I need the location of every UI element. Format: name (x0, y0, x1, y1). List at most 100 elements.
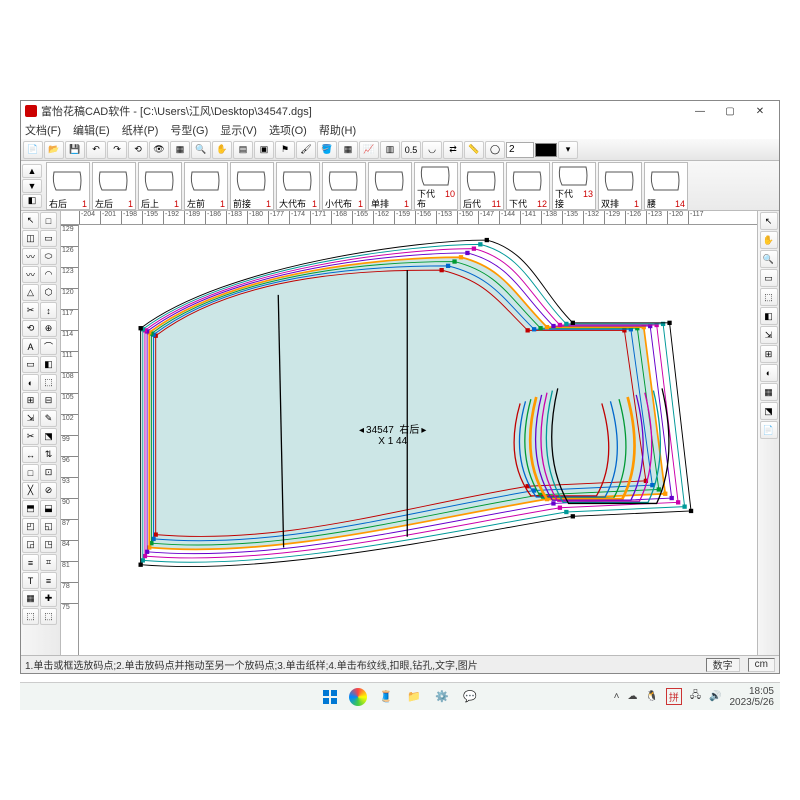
panel-toggle-icon[interactable]: ◧ (22, 194, 42, 208)
piece-thumbnail[interactable]: 后上1 (138, 162, 182, 210)
open-icon[interactable]: 📂 (44, 141, 64, 159)
tool-button[interactable]: ⌗ (40, 554, 57, 571)
tool-button[interactable]: ✎ (40, 410, 57, 427)
tray-input-icon[interactable]: 拼 (666, 688, 682, 705)
tool-button[interactable]: ≡ (22, 554, 39, 571)
tool-button[interactable]: ⇅ (40, 446, 57, 463)
stroke-width-spinner[interactable]: 2 (506, 142, 534, 158)
right-tool-i[interactable]: 📄 (760, 421, 778, 439)
color-picker[interactable] (535, 143, 557, 157)
piece-thumbnail[interactable]: 大代布1 (276, 162, 320, 210)
piece-thumbnail[interactable]: 下代布10 (414, 162, 458, 210)
tray-network-icon[interactable]: 🖧 (690, 688, 701, 705)
tool-button[interactable]: ⟲ (22, 320, 39, 337)
tool-button[interactable]: ↕ (40, 302, 57, 319)
tool-button[interactable]: ◲ (22, 536, 39, 553)
tool-button[interactable]: 〰 (22, 248, 39, 265)
tool-button[interactable]: ✚ (40, 590, 57, 607)
swatch-icon[interactable]: ▦ (338, 141, 358, 159)
tool-button[interactable]: ⊕ (40, 320, 57, 337)
tool-button[interactable]: □ (22, 464, 39, 481)
zoom-icon[interactable]: 🔍 (191, 141, 211, 159)
arrow-down-icon[interactable]: ▼ (22, 179, 42, 193)
tool-button[interactable]: ◰ (22, 518, 39, 535)
tray-chevron-icon[interactable]: ˄ (614, 691, 620, 702)
save-icon[interactable]: 💾 (65, 141, 85, 159)
panel-icon[interactable]: ▣ (254, 141, 274, 159)
tool-button[interactable]: ▭ (22, 356, 39, 373)
tool-button[interactable]: 〰 (22, 266, 39, 283)
flip-icon[interactable]: ⇄ (443, 141, 463, 159)
tool-button[interactable]: □ (40, 212, 57, 229)
menu-item[interactable]: 选项(O) (269, 122, 307, 138)
tool-button[interactable]: ⇲ (22, 410, 39, 427)
right-tool-ptr[interactable]: ↖ (760, 212, 778, 230)
tool-button[interactable]: ◫ (22, 230, 39, 247)
right-tool-hand[interactable]: ✋ (760, 231, 778, 249)
brush-icon[interactable]: 🖌 (296, 141, 316, 159)
right-tool-mag[interactable]: 🔍 (760, 250, 778, 268)
graph-icon[interactable]: 📈 (359, 141, 379, 159)
tool-button[interactable]: ◠ (40, 266, 57, 283)
tool-button[interactable]: ✂ (22, 428, 39, 445)
chat-icon[interactable]: 💬 (461, 688, 479, 706)
undo-icon[interactable]: ↶ (86, 141, 106, 159)
drawing-canvas[interactable]: 34547 右后 X 1 44 (79, 225, 757, 655)
tool-button[interactable]: A (22, 338, 39, 355)
clock[interactable]: 18:05 2023/5/26 (730, 686, 775, 708)
right-tool-e[interactable]: ⊞ (760, 345, 778, 363)
tray-volume-icon[interactable]: 🔊 (709, 691, 721, 702)
maximize-button[interactable]: ▢ (715, 102, 745, 120)
tool-button[interactable]: ↖ (22, 212, 39, 229)
measure-icon[interactable]: 📏 (464, 141, 484, 159)
piece-thumbnail[interactable]: 后代11 (460, 162, 504, 210)
tool-button[interactable]: ✂ (22, 302, 39, 319)
tool-button[interactable]: ↔ (22, 446, 39, 463)
piece-thumbnail[interactable]: 单排1 (368, 162, 412, 210)
minimize-button[interactable]: — (685, 102, 715, 120)
new-icon[interactable]: 📄 (23, 141, 43, 159)
flag-icon[interactable]: ⚑ (275, 141, 295, 159)
tool-button[interactable]: ╳ (22, 482, 39, 499)
menu-item[interactable]: 编辑(E) (73, 122, 110, 138)
menu-item[interactable]: 显示(V) (220, 122, 257, 138)
tool-button[interactable]: ▭ (40, 230, 57, 247)
piece-thumbnail[interactable]: 小代布1 (322, 162, 366, 210)
piece-thumbnail[interactable]: 左后1 (92, 162, 136, 210)
dropdown-icon[interactable]: ▾ (558, 141, 578, 159)
tool-button[interactable]: ◐ (22, 374, 39, 391)
tool-button[interactable]: ⊟ (40, 392, 57, 409)
menu-item[interactable]: 号型(G) (170, 122, 208, 138)
cad-app-icon[interactable]: 🧵 (377, 688, 395, 706)
pan-icon[interactable]: ✋ (212, 141, 232, 159)
right-tool-f[interactable]: ◐ (760, 364, 778, 382)
redo-icon[interactable]: ↷ (107, 141, 127, 159)
menu-item[interactable]: 纸样(P) (122, 122, 159, 138)
right-tool-c[interactable]: ◧ (760, 307, 778, 325)
fill-icon[interactable]: 🪣 (317, 141, 337, 159)
tool-button[interactable]: ⬓ (40, 500, 57, 517)
tool-button[interactable]: ⬭ (40, 248, 57, 265)
grid-icon[interactable]: ▦ (170, 141, 190, 159)
piece-thumbnail[interactable]: 右后1 (46, 162, 90, 210)
tool-button[interactable]: T (22, 572, 39, 589)
close-button[interactable]: ✕ (745, 102, 775, 120)
menu-item[interactable]: 文档(F) (25, 122, 61, 138)
tool-button[interactable]: ⬚ (40, 374, 57, 391)
settings-icon[interactable]: ⚙️ (433, 688, 451, 706)
tray-cloud-icon[interactable]: ☁ (627, 691, 637, 702)
piece-thumbnail[interactable]: 左前1 (184, 162, 228, 210)
tool-button[interactable]: ⊘ (40, 482, 57, 499)
piece-thumbnail[interactable]: 双排1 (598, 162, 642, 210)
tray-qq-icon[interactable]: 🐧 (645, 691, 657, 702)
refresh-icon[interactable]: ⟲ (128, 141, 148, 159)
right-tool-g[interactable]: ▦ (760, 383, 778, 401)
tool-button[interactable]: ⌒ (40, 338, 57, 355)
tool-button[interactable]: △ (22, 284, 39, 301)
right-tool-h[interactable]: ⬔ (760, 402, 778, 420)
tool-button[interactable]: ≡ (40, 572, 57, 589)
tool-button[interactable]: ◧ (40, 356, 57, 373)
layer-icon[interactable]: ▤ (233, 141, 253, 159)
tool-button[interactable]: ◳ (40, 536, 57, 553)
right-tool-d[interactable]: ⇲ (760, 326, 778, 344)
